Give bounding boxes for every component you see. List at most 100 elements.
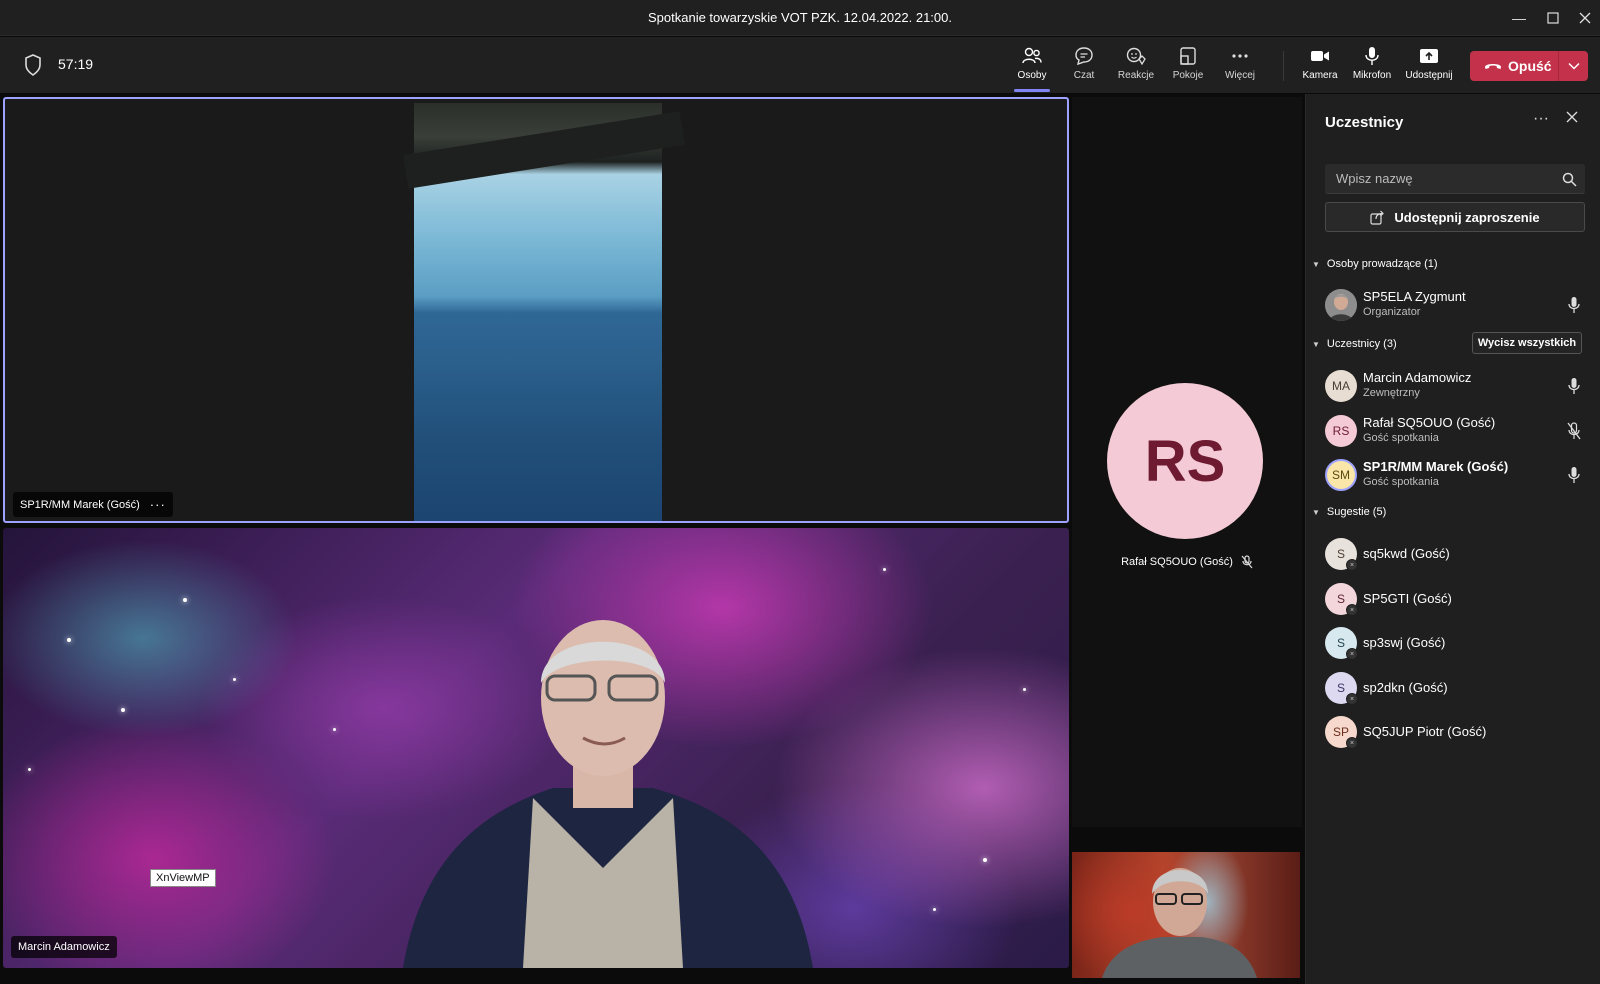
people-icon	[1022, 47, 1042, 64]
title-bar: Spotkanie towarzyskie VOT PZK. 12.04.202…	[0, 0, 1600, 36]
mic-muted-icon	[1567, 422, 1581, 440]
suggestion-row[interactable]: SP × SQ5JUP Piotr (Gość)	[1325, 712, 1591, 752]
participant-row[interactable]: MA Marcin Adamowicz Zewnętrzny	[1325, 366, 1591, 406]
panel-more-icon[interactable]: ···	[1533, 110, 1549, 128]
microphone-icon	[1365, 47, 1379, 65]
avatar-photo	[1325, 289, 1357, 321]
chat-icon	[1075, 47, 1093, 66]
share-icon	[1370, 210, 1385, 225]
participant-avatar: RS	[1107, 383, 1263, 539]
search-input[interactable]	[1325, 164, 1585, 194]
participants-panel: Uczestnicy ··· Udostępnij zaproszenie ▼ …	[1305, 94, 1600, 984]
participant-name: Marcin Adamowicz	[18, 941, 110, 953]
panel-title: Uczestnicy	[1325, 114, 1404, 131]
participant-role: Gość spotkania	[1363, 432, 1439, 444]
participant-silhouette	[403, 620, 813, 968]
more-label: Więcej	[1224, 70, 1255, 81]
reactions-button[interactable]: Reakcje	[1110, 45, 1162, 89]
rooms-button[interactable]: Pokoje	[1162, 45, 1214, 89]
leave-options-button[interactable]	[1559, 51, 1588, 81]
close-window-icon[interactable]	[1572, 6, 1598, 30]
participant-name: SP1R/MM Marek (Gość)	[1363, 459, 1509, 474]
maximize-icon[interactable]	[1540, 6, 1566, 30]
suggestion-row[interactable]: S × SP5GTI (Gość)	[1325, 579, 1591, 619]
section-label: Osoby prowadzące (1)	[1326, 258, 1438, 270]
toolbar-separator	[1283, 51, 1284, 81]
star	[233, 678, 236, 681]
participant-row[interactable]: SM SP1R/MM Marek (Gość) Gość spotkania	[1325, 455, 1591, 495]
camera-label: Kamera	[1302, 70, 1338, 81]
reactions-icon	[1126, 47, 1146, 66]
star	[333, 728, 336, 731]
window-title: Spotkanie towarzyskie VOT PZK. 12.04.202…	[648, 10, 952, 25]
video-tile-rafal[interactable]: RS Rafał SQ5OUO (Gość)	[1072, 97, 1302, 827]
star	[983, 858, 987, 862]
microphone-icon	[1568, 467, 1580, 483]
offline-status-icon: ×	[1346, 559, 1358, 571]
share-button[interactable]: Udostępnij	[1403, 45, 1455, 89]
reactions-label: Reakcje	[1117, 70, 1155, 81]
section-label: Sugestie (5)	[1326, 506, 1387, 518]
participant-name: SP5GTI (Gość)	[1363, 591, 1452, 606]
self-view-silhouette	[1102, 868, 1257, 978]
video-tile-marek[interactable]: SP1R/MM Marek (Gość) ···	[3, 97, 1069, 523]
leave-label: Opuść	[1508, 58, 1552, 74]
microphone-button[interactable]: Mikrofon	[1346, 45, 1398, 89]
participant-role: Organizator	[1363, 306, 1421, 318]
leave-button-group: Opuść	[1470, 51, 1588, 81]
participant-name-tag: Marcin Adamowicz	[11, 936, 117, 958]
section-presenters[interactable]: ▼ Osoby prowadzące (1)	[1312, 258, 1438, 270]
participant-name: SP1R/MM Marek (Gość)	[20, 498, 140, 511]
chat-label: Czat	[1073, 70, 1095, 81]
microphone-label: Mikrofon	[1352, 70, 1392, 81]
share-invite-button[interactable]: Udostępnij zaproszenie	[1325, 202, 1585, 232]
section-suggestions[interactable]: ▼ Sugestie (5)	[1312, 506, 1386, 518]
microphone-icon	[1568, 297, 1580, 313]
self-view-video[interactable]	[1072, 852, 1300, 978]
mic-muted-icon	[1241, 555, 1253, 569]
chat-button[interactable]: Czat	[1058, 45, 1110, 89]
video-stage: SP1R/MM Marek (Gość) ··· Marcin Adamowic…	[0, 94, 1305, 984]
mute-all-button[interactable]: Wycisz wszystkich	[1472, 332, 1582, 354]
participant-name-row: Rafał SQ5OUO (Gość)	[1072, 555, 1302, 569]
more-button[interactable]: Więcej	[1214, 45, 1266, 89]
suggestion-row[interactable]: S × sq5kwd (Gość)	[1325, 534, 1591, 574]
participant-role: Gość spotkania	[1363, 476, 1439, 488]
video-tile-marcin[interactable]: Marcin Adamowicz	[3, 528, 1069, 968]
suggestion-row[interactable]: S × sp2dkn (Gość)	[1325, 668, 1591, 708]
offline-status-icon: ×	[1346, 737, 1358, 749]
participant-name: sp3swj (Gość)	[1363, 635, 1446, 650]
taskbar-tooltip: XnViewMP	[150, 869, 216, 887]
participant-name: sp2dkn (Gość)	[1363, 680, 1448, 695]
rooms-label: Pokoje	[1172, 70, 1204, 81]
sea-video-feed	[414, 103, 662, 521]
shield-icon[interactable]	[24, 54, 42, 76]
participant-name: SQ5JUP Piotr (Gość)	[1363, 724, 1487, 739]
leave-button[interactable]: Opuść	[1470, 51, 1558, 81]
participant-row[interactable]: RS Rafał SQ5OUO (Gość) Gość spotkania	[1325, 411, 1591, 451]
offline-status-icon: ×	[1346, 693, 1358, 705]
participant-row[interactable]: SP5ELA Zygmunt Organizator	[1325, 285, 1591, 325]
participant-name: sq5kwd (Gość)	[1363, 546, 1450, 561]
participant-name: SP5ELA Zygmunt	[1363, 289, 1466, 304]
more-options-icon[interactable]: ···	[150, 497, 166, 512]
avatar: SM	[1325, 459, 1357, 491]
participant-name: Rafał SQ5OUO (Gość)	[1121, 556, 1233, 568]
star	[28, 768, 31, 771]
participant-name: Marcin Adamowicz	[1363, 370, 1472, 385]
offline-status-icon: ×	[1346, 604, 1358, 616]
star	[933, 908, 936, 911]
suggestion-row[interactable]: S × sp3swj (Gość)	[1325, 623, 1591, 663]
people-button[interactable]: Osoby	[1006, 45, 1058, 92]
search-icon[interactable]	[1562, 172, 1577, 187]
section-attendees[interactable]: ▼ Uczestnicy (3)	[1312, 338, 1397, 350]
meeting-timer: 57:19	[58, 56, 94, 72]
avatar	[1325, 289, 1357, 321]
avatar: MA	[1325, 370, 1357, 402]
more-dots-icon	[1232, 54, 1248, 58]
rooms-icon	[1180, 47, 1196, 65]
close-icon[interactable]	[1566, 110, 1578, 128]
minimize-icon[interactable]: —	[1506, 6, 1532, 30]
star	[883, 568, 886, 571]
camera-button[interactable]: Kamera	[1294, 45, 1346, 89]
